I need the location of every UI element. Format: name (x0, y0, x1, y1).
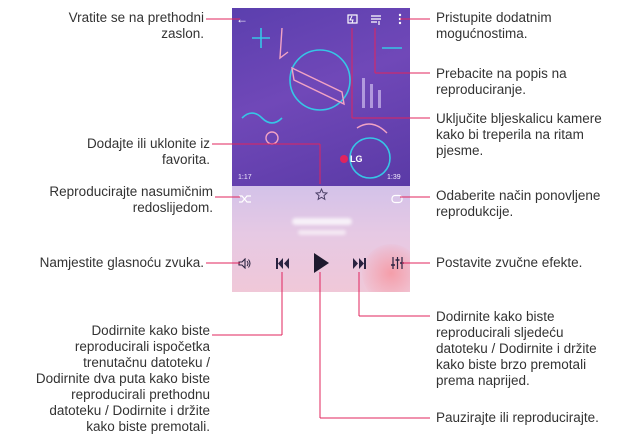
callout-back: Vratite se na prethodni zaslon. (68, 10, 204, 41)
callout-flash: Uključite bljeskalicu kamere kako bi tre… (436, 111, 602, 158)
callout-more: Pristupite dodatnim mogućnostima. (436, 10, 552, 41)
callout-previous: Dodirnite kako biste reproducirali ispoč… (35, 323, 210, 434)
callout-repeat: Odaberite način ponovljene reprodukcije. (436, 188, 601, 219)
callout-shuffle: Reproducirajte nasumičnim redoslijedom. (49, 184, 213, 215)
callout-volume: Namjestite glasnoću zvuka. (39, 255, 204, 270)
callout-playlist: Prebacite na popis na reproduciranje. (436, 66, 567, 97)
callout-equalizer: Postavite zvučne efekte. (436, 255, 583, 270)
callout-play: Pauzirajte ili reproducirajte. (436, 410, 599, 425)
callout-favorite: Dodajte ili uklonite iz favorita. (86, 136, 210, 167)
callout-next: Dodirnite kako biste reproducirali sljed… (436, 309, 597, 388)
